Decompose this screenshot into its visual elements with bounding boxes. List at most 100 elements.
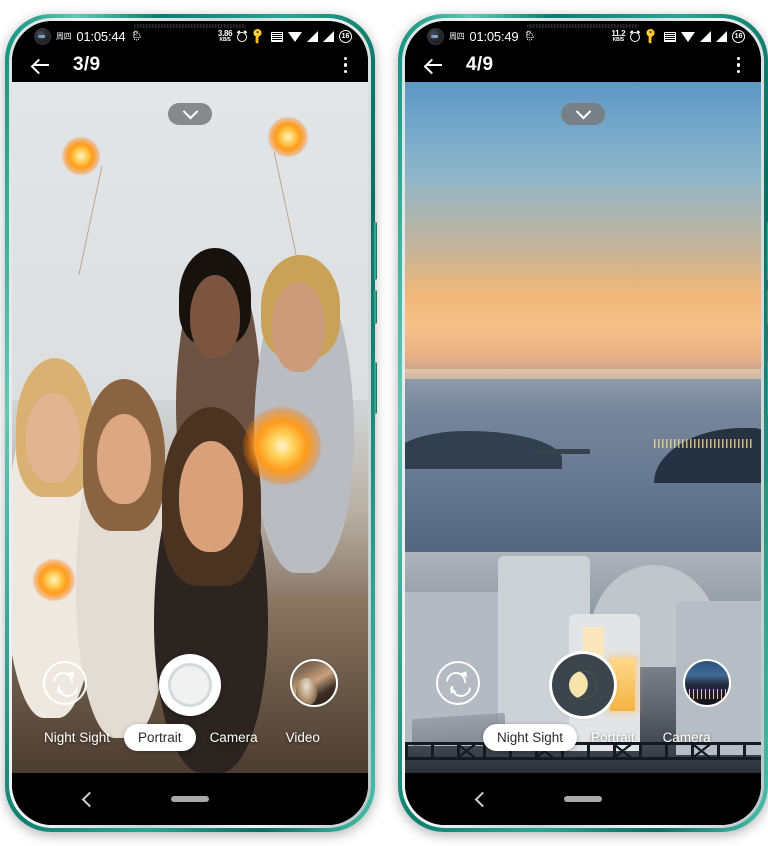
kebab-dot <box>343 57 347 61</box>
flip-arrow-head <box>447 687 457 696</box>
kebab-dot <box>736 57 740 61</box>
kebab-menu-icon[interactable] <box>733 53 744 77</box>
volume-down-button[interactable] <box>373 290 377 324</box>
wifi-icon <box>681 31 695 42</box>
flip-arrow-head <box>67 669 77 678</box>
phone-device-right: 周四 01:05:49 🌦 11.2 KB/S 🔑 16 4/9 Night S… <box>398 14 768 832</box>
mode-video[interactable]: Video <box>272 724 334 751</box>
chevron-down-icon <box>575 103 591 119</box>
nav-home-pill[interactable] <box>171 796 209 802</box>
camera-mode-selector: Night Sight Portrait Camera <box>405 724 761 751</box>
status-day: 周四 <box>449 32 465 41</box>
nav-back-icon[interactable] <box>474 791 491 807</box>
shutter-button[interactable] <box>159 654 221 716</box>
status-bar-left: 周四 01:05:44 🌦 <box>34 28 143 45</box>
page-indicator: 3/9 <box>73 54 101 75</box>
photo-town-lights <box>654 438 754 449</box>
expand-controls-button[interactable] <box>561 103 605 125</box>
signal-icon <box>323 31 334 42</box>
earpiece-speaker <box>134 24 246 28</box>
screenshot-stage: 周四 01:05:44 🌦 3.86 KB/S 🔑 16 3/9 Night S… <box>0 0 768 846</box>
status-bar-right: 3.86 KB/S 🔑 16 <box>218 27 352 46</box>
photo-jetty <box>533 448 591 454</box>
status-time: 01:05:49 <box>469 29 519 44</box>
data-rate-indicator: 3.86 KB/S <box>218 30 233 43</box>
phone-screen: 周四 01:05:49 🌦 11.2 KB/S 🔑 16 4/9 Night S… <box>405 21 761 825</box>
flip-arrow-head <box>460 669 470 678</box>
volte-icon <box>664 31 676 42</box>
alarm-icon <box>630 31 641 42</box>
camera-flip-icon <box>446 669 470 696</box>
signal-icon <box>700 31 711 42</box>
wifi-icon <box>288 31 302 42</box>
vpn-key-icon: 🔑 <box>642 27 661 46</box>
phone-screen: 周四 01:05:44 🌦 3.86 KB/S 🔑 16 3/9 Night S… <box>12 21 368 825</box>
system-nav-bar <box>405 773 761 825</box>
back-arrow-icon[interactable] <box>30 54 52 76</box>
moon-icon <box>565 667 601 703</box>
photo-sky <box>405 82 761 380</box>
volume-up-button[interactable] <box>373 222 377 280</box>
sparkler-burst-large <box>243 406 322 485</box>
data-rate-indicator: 11.2 KB/S <box>611 30 625 43</box>
sparkler-burst-small <box>33 558 76 601</box>
front-camera-punch-hole <box>427 28 444 45</box>
mode-portrait[interactable]: Portrait <box>577 724 649 751</box>
app-bar: 3/9 <box>12 48 368 82</box>
last-photo-thumbnail[interactable] <box>290 659 338 707</box>
signal-icon <box>716 31 727 42</box>
expand-controls-button[interactable] <box>168 103 212 125</box>
camera-mode-selector: Night Sight Portrait Camera Video <box>12 724 368 751</box>
vpn-key-icon: 🔑 <box>249 27 268 46</box>
page-indicator: 4/9 <box>466 54 494 75</box>
power-button[interactable] <box>373 362 377 414</box>
shutter-button[interactable] <box>552 654 614 716</box>
mode-camera[interactable]: Camera <box>196 724 272 751</box>
camera-flip-button[interactable] <box>436 661 480 705</box>
back-arrow-icon[interactable] <box>423 54 445 76</box>
kebab-dot <box>736 63 740 67</box>
front-camera-punch-hole <box>34 28 51 45</box>
app-bar: 4/9 <box>405 48 761 82</box>
camera-controls-right: Night Sight Portrait Camera <box>405 641 761 773</box>
status-bar-right: 11.2 KB/S 🔑 16 <box>611 27 745 46</box>
earpiece-speaker <box>527 24 639 28</box>
weather-icon: 🌦 <box>523 30 537 42</box>
kebab-menu-icon[interactable] <box>340 53 351 77</box>
person-head <box>190 275 240 359</box>
person-head <box>97 413 151 504</box>
thumbnail-image <box>685 661 729 705</box>
phone-bezel: 周四 01:05:44 🌦 3.86 KB/S 🔑 16 3/9 Night S… <box>12 21 368 825</box>
data-rate-unit: KB/S <box>219 37 231 43</box>
person-head <box>179 441 244 552</box>
thumbnail-image <box>292 661 336 705</box>
camera-flip-button[interactable] <box>43 661 87 705</box>
flip-arrow-head <box>54 687 64 696</box>
person-head <box>271 282 326 373</box>
last-photo-thumbnail[interactable] <box>683 659 731 707</box>
mode-camera[interactable]: Camera <box>649 724 725 751</box>
person-head <box>26 392 80 483</box>
camera-controls-left: Night Sight Portrait Camera Video <box>12 641 368 773</box>
mode-night-sight[interactable]: Night Sight <box>483 724 578 751</box>
mode-night-sight[interactable]: Night Sight <box>30 724 124 751</box>
sparkler-burst <box>268 116 309 157</box>
battery-icon: 16 <box>339 30 352 43</box>
viewfinder-left[interactable]: Night Sight Portrait Camera Video <box>12 82 368 773</box>
kebab-dot <box>343 63 347 67</box>
status-time: 01:05:44 <box>76 29 126 44</box>
status-bar-left: 周四 01:05:49 🌦 <box>427 28 536 45</box>
kebab-dot <box>343 69 347 73</box>
signal-icon <box>307 31 318 42</box>
kebab-dot <box>736 69 740 73</box>
data-rate-unit: KB/S <box>612 37 624 43</box>
status-day: 周四 <box>56 32 72 41</box>
nav-home-pill[interactable] <box>564 796 602 802</box>
battery-icon: 16 <box>732 30 745 43</box>
phone-device-left: 周四 01:05:44 🌦 3.86 KB/S 🔑 16 3/9 Night S… <box>5 14 377 832</box>
mode-portrait[interactable]: Portrait <box>124 724 196 751</box>
viewfinder-right[interactable]: Night Sight Portrait Camera <box>405 82 761 773</box>
volte-icon <box>271 31 283 42</box>
phone-bezel: 周四 01:05:49 🌦 11.2 KB/S 🔑 16 4/9 Night S… <box>405 21 761 825</box>
nav-back-icon[interactable] <box>81 791 98 807</box>
